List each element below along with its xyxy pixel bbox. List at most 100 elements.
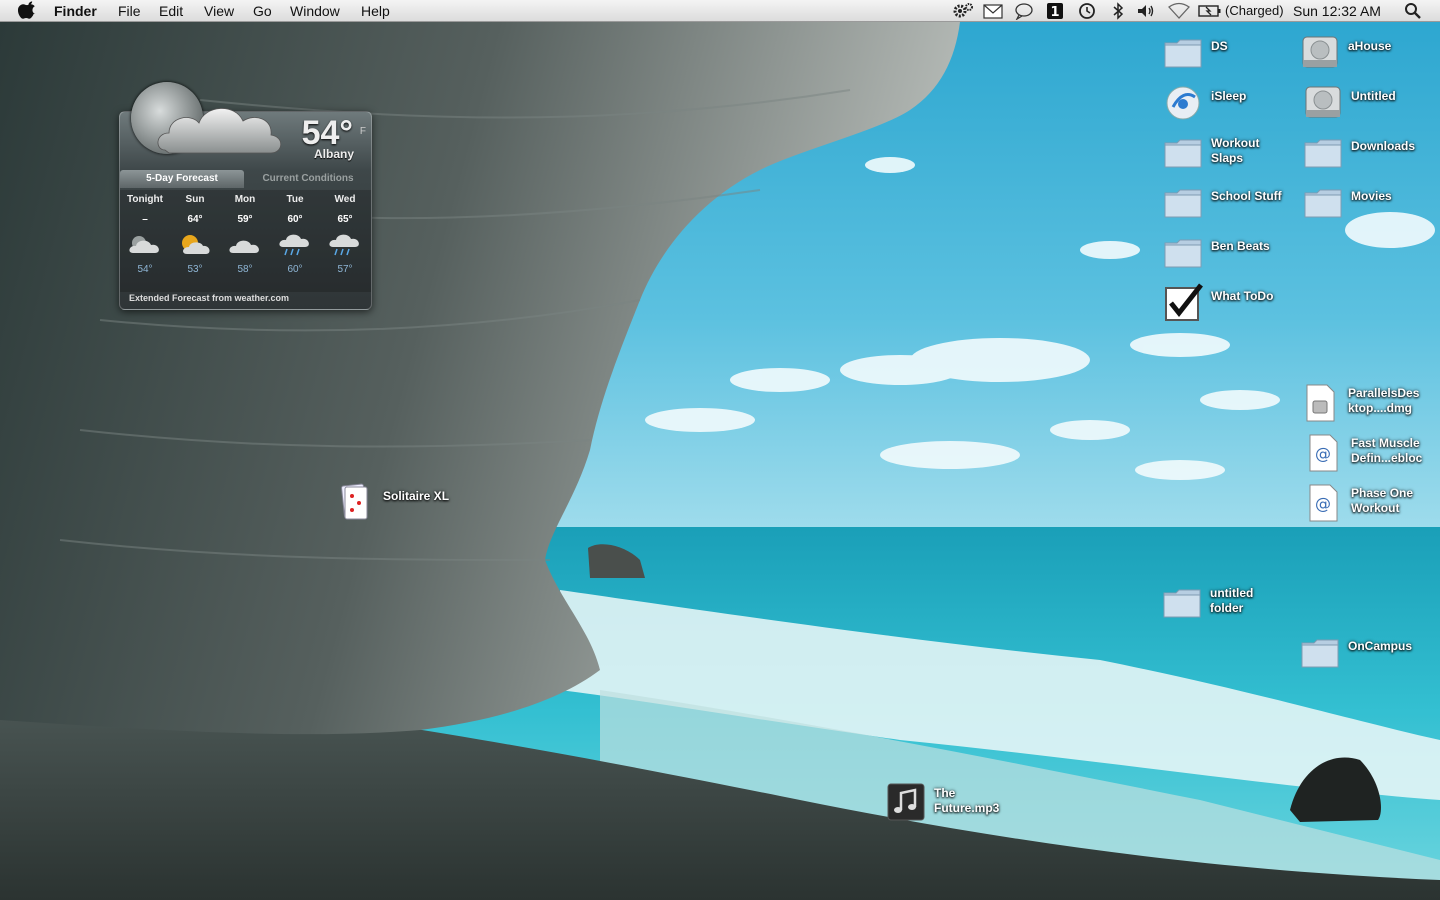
- apple-menu-icon[interactable]: [18, 1, 38, 21]
- cloud-icon: [157, 108, 282, 154]
- item-label: Downloads: [1351, 139, 1416, 153]
- forecast-low: 60°: [287, 264, 303, 275]
- tab-current-conditions[interactable]: Current Conditions: [246, 170, 370, 188]
- forecast-day: Tue 60° 60°: [270, 190, 320, 280]
- battery-icon[interactable]: [1198, 2, 1222, 20]
- chat-bubble-icon[interactable]: [1013, 2, 1035, 20]
- item-label-line: Workout: [1351, 501, 1400, 515]
- folder-icon: [1304, 139, 1342, 168]
- rain-icon: [270, 230, 320, 260]
- item-label: What ToDo: [1211, 289, 1274, 303]
- isleep-app-icon: [1166, 86, 1200, 120]
- extended-forecast-link[interactable]: Extended Forecast from weather.com: [129, 293, 289, 303]
- folder-icon: [1164, 39, 1202, 68]
- menu-help[interactable]: Help: [361, 2, 390, 20]
- forecast-days: Tonight – 54° Sun 64° 53° Mon 59° 58° Tu…: [120, 190, 371, 292]
- folder-icon: [1164, 239, 1202, 268]
- item-label-line: Defin...ebloc: [1351, 451, 1423, 465]
- item-label: OnCampus: [1348, 639, 1413, 653]
- forecast-high: 60°: [287, 214, 303, 225]
- item-label: Movies: [1351, 189, 1392, 203]
- item-label-line: untitled: [1210, 586, 1254, 600]
- web-location-icon: @: [1309, 484, 1338, 522]
- hard-drive-icon: [1302, 36, 1338, 68]
- gear-icon[interactable]: [952, 2, 974, 20]
- item-label: DS: [1211, 39, 1228, 53]
- item-label-line: The: [934, 786, 956, 800]
- item-label-line: folder: [1210, 601, 1244, 615]
- menu-finder[interactable]: Finder: [54, 2, 97, 20]
- forecast-day-name: Mon: [234, 194, 256, 205]
- item-label: Fast Muscle Defin...ebloc: [1351, 436, 1422, 466]
- item-label-line: Fast Muscle: [1351, 436, 1420, 450]
- forecast-day: Sun 64° 53°: [170, 190, 220, 280]
- forecast-high: 59°: [237, 214, 253, 225]
- item-label: Solitaire XL: [383, 489, 450, 503]
- forecast-day: Wed 65° 57°: [320, 190, 370, 280]
- forecast-high: –: [142, 214, 148, 225]
- forecast-low: 57°: [337, 264, 353, 275]
- battery-status-text[interactable]: (Charged): [1225, 2, 1284, 20]
- forecast-day-name: Tonight: [127, 194, 163, 205]
- dashboard-icon[interactable]: 1: [1045, 2, 1065, 20]
- item-label: ParallelsDes ktop....dmg: [1348, 386, 1419, 416]
- item-label: School Stuff: [1211, 189, 1282, 203]
- hard-drive-icon: [1305, 86, 1341, 118]
- menu-view[interactable]: View: [204, 2, 234, 20]
- weather-city: Albany: [313, 147, 354, 161]
- spotlight-icon[interactable]: [1404, 2, 1422, 20]
- forecast-day-name: Wed: [334, 194, 356, 205]
- menubar-clock[interactable]: Sun 12:32 AM: [1293, 2, 1381, 20]
- forecast-day: Mon 59° 58°: [220, 190, 270, 280]
- item-label: aHouse: [1348, 39, 1392, 53]
- item-label: Untitled: [1351, 89, 1396, 103]
- item-label: Workout Slaps: [1211, 136, 1259, 166]
- menu-go[interactable]: Go: [253, 2, 272, 20]
- mail-icon[interactable]: [982, 2, 1004, 20]
- svg-text:@: @: [1315, 444, 1331, 463]
- forecast-high: 65°: [337, 214, 353, 225]
- folder-icon: [1163, 589, 1201, 618]
- menu-window[interactable]: Window: [290, 2, 340, 20]
- forecast-high: 64°: [187, 214, 203, 225]
- tab-5-day-forecast[interactable]: 5-Day Forecast: [120, 170, 244, 188]
- music-file-icon: [887, 783, 925, 821]
- forecast-day-name: Sun: [185, 194, 205, 205]
- item-label-line: Slaps: [1211, 151, 1244, 165]
- svg-text:1: 1: [1050, 5, 1059, 20]
- weather-tabs: 5-Day Forecast Current Conditions: [120, 170, 371, 188]
- folder-icon: [1301, 639, 1339, 668]
- menu-edit[interactable]: Edit: [159, 2, 183, 20]
- folder-icon: [1164, 189, 1202, 218]
- bluetooth-icon[interactable]: [1110, 2, 1126, 20]
- wifi-icon[interactable]: [1168, 2, 1190, 20]
- playing-cards-icon: [341, 483, 368, 520]
- partly-sunny-icon: [170, 230, 220, 260]
- rain-icon: [320, 230, 370, 260]
- item-label: Phase One Workout: [1351, 486, 1413, 516]
- menu-bar: Finder File Edit View Go Window Help 1 (…: [0, 0, 1440, 22]
- disk-image-icon: [1306, 384, 1335, 422]
- folder-icon: [1164, 139, 1202, 168]
- item-label-line: Future.mp3: [934, 801, 1000, 815]
- item-label-line: ParallelsDes: [1348, 386, 1420, 400]
- forecast-low: 53°: [187, 264, 203, 275]
- item-label-line: Phase One: [1351, 486, 1414, 500]
- forecast-low: 58°: [237, 264, 253, 275]
- folder-icon: [1304, 189, 1342, 218]
- item-label: untitled folder: [1210, 586, 1253, 616]
- item-label-line: Workout: [1211, 136, 1260, 150]
- item-label: Ben Beats: [1211, 239, 1270, 253]
- time-machine-icon[interactable]: [1077, 2, 1097, 20]
- web-location-icon: @: [1309, 434, 1338, 472]
- cloudy-icon: [220, 230, 270, 260]
- item-label: The Future.mp3: [934, 786, 999, 816]
- forecast-low: 54°: [137, 264, 153, 275]
- item-label: iSleep: [1211, 89, 1247, 103]
- cloudy-night-icon: [120, 230, 170, 260]
- menu-file[interactable]: File: [118, 2, 141, 20]
- checkmark-icon: [1165, 283, 1203, 321]
- item-label-line: ktop....dmg: [1348, 401, 1412, 415]
- volume-icon[interactable]: [1136, 2, 1156, 20]
- forecast-day-name: Tue: [286, 194, 304, 205]
